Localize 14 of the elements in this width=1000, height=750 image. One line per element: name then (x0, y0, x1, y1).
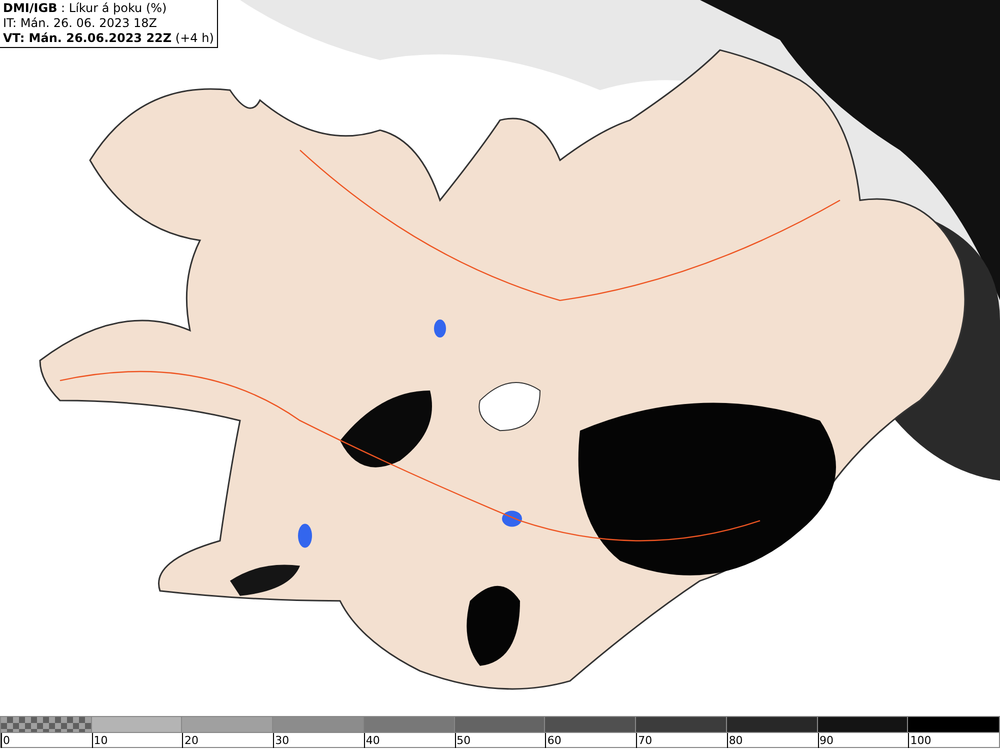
legend-label: 60 (545, 733, 562, 748)
legend-label: 100 (908, 733, 932, 748)
legend-label: 40 (364, 733, 380, 748)
legend-label: 30 (273, 733, 290, 748)
legend-label: 50 (454, 733, 471, 748)
map-info-text: VT: Mán. 26.06.2023 22Z (+4 h) (3, 31, 214, 46)
legend-label: 10 (92, 733, 108, 748)
map-info-text: DMI/IGB : Líkur á þoku (%) (3, 1, 168, 16)
legend-label: 90 (818, 733, 834, 748)
legend-label: 0 (1, 733, 10, 748)
legend-label: 70 (636, 733, 652, 748)
map-info-text: IT: Mán. 26. 06. 2023 18Z (3, 16, 158, 31)
legend-label: 80 (726, 733, 743, 748)
legend-label: 20 (182, 733, 198, 748)
